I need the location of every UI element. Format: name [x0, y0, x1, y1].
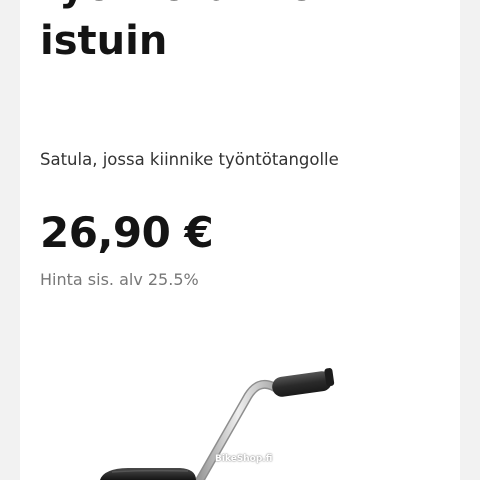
product-image[interactable]: BikeShop.fi	[20, 330, 460, 480]
product-title: työntötanko + istuin	[40, 0, 460, 68]
product-title-line-1: työntötanko +	[40, 0, 460, 14]
product-price: 26,90 €	[40, 208, 214, 257]
product-subtitle: Satula, jossa kiinnike työntötangolle	[40, 150, 339, 169]
vat-note: Hinta sis. alv 25.5%	[40, 270, 199, 289]
product-card: työntötanko + istuin Satula, jossa kiinn…	[20, 0, 460, 480]
product-title-line-2: istuin	[40, 18, 168, 64]
watermark: BikeShop.fi	[215, 454, 273, 464]
